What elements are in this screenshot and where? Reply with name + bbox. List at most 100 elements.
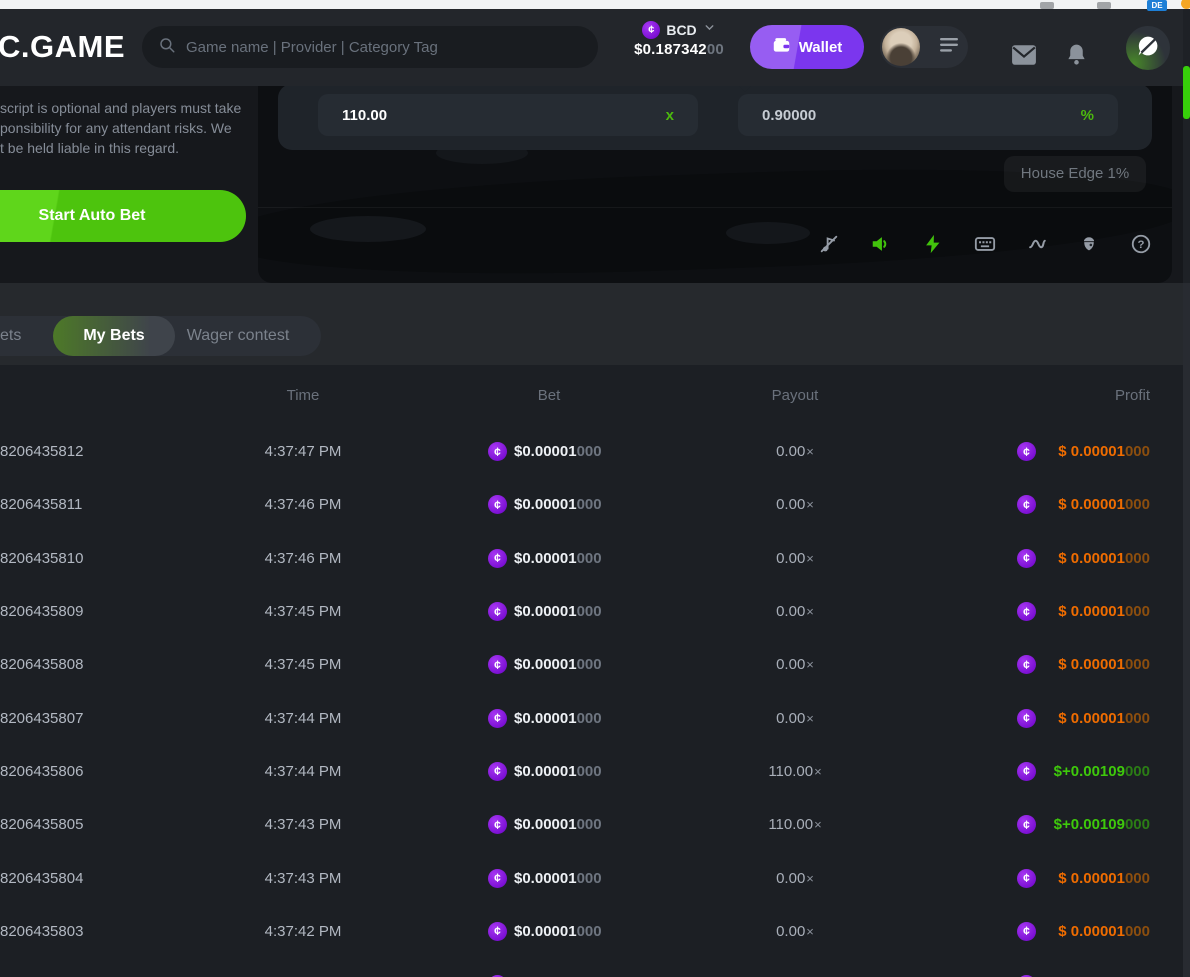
- bcd-coin-icon: [1017, 442, 1036, 461]
- browser-extension-icon[interactable]: [1097, 2, 1111, 9]
- bet-amount-cell: $0.00001000: [470, 532, 640, 585]
- bcd-coin-icon: [488, 442, 507, 461]
- chat-icon: [1136, 34, 1160, 63]
- turbo-lightning-icon[interactable]: [922, 233, 944, 255]
- payout-multiplier-sign: ×: [814, 817, 822, 832]
- table-row[interactable]: 8206435805 4:37:43 PM $0.00001000 110.00…: [0, 798, 1183, 851]
- scrollbar-track: [1183, 283, 1190, 977]
- amount-main: $ 0.00001: [1058, 923, 1125, 940]
- table-row[interactable]: 8206435807 4:37:44 PM $0.00001000 0.00× …: [0, 691, 1183, 744]
- bcd-coin-icon: [1017, 762, 1036, 781]
- table-row[interactable]: 8206435811 4:37:46 PM $0.00001000 0.00× …: [0, 478, 1183, 531]
- payout-value: 110.00: [768, 816, 813, 833]
- game-section: script is optional and players must take…: [0, 86, 1183, 283]
- amount-main: $ 0.00001: [1058, 710, 1125, 727]
- messages-icon[interactable]: [1011, 44, 1037, 71]
- bet-time: 4:37:44 PM: [243, 691, 363, 744]
- bet-time: 4:37:44 PM: [243, 745, 363, 798]
- search-input[interactable]: [186, 39, 582, 56]
- bet-profit: $ 0.00001000: [1000, 425, 1150, 478]
- bet-profit: $ 0.00001000: [1000, 532, 1150, 585]
- table-row[interactable]: 8206435809 4:37:45 PM $0.00001000 0.00× …: [0, 585, 1183, 638]
- amount-dim: 000: [577, 763, 602, 780]
- notifications-bell-icon[interactable]: [1064, 42, 1089, 72]
- amount-main: $ 0.00001: [1058, 870, 1125, 887]
- table-row[interactable]: 8206435812 4:37:47 PM $0.00001000 0.00× …: [0, 425, 1183, 478]
- bet-profit: $ 0.00001000: [1000, 851, 1150, 904]
- avatar[interactable]: [882, 28, 920, 66]
- chat-button[interactable]: [1126, 26, 1170, 70]
- tab-all-bets[interactable]: ets: [0, 327, 21, 345]
- bcd-coin-icon: [488, 815, 507, 834]
- bet-amount-cell: $0.00001000: [470, 851, 640, 904]
- table-body: 8206435812 4:37:47 PM $0.00001000 0.00× …: [0, 425, 1183, 977]
- amount-dim: 000: [1125, 550, 1150, 567]
- bet-amount-cell: $0.00001000: [470, 638, 640, 691]
- amount-main: $+0.00109: [1054, 763, 1125, 780]
- bet-payout: 0.00×: [735, 532, 855, 585]
- bcd-coin-icon: [488, 602, 507, 621]
- browser-toolbar-strip: [0, 0, 1190, 9]
- amount-dim: 000: [1125, 710, 1150, 727]
- tab-wager-contest[interactable]: Wager contest: [187, 327, 314, 345]
- payout-value: 0.00: [776, 656, 805, 673]
- bcd-coin-icon: [488, 655, 507, 674]
- bet-time: 4:37:43 PM: [243, 798, 363, 851]
- user-menu[interactable]: [880, 26, 968, 68]
- bet-payout: 0.00×: [735, 905, 855, 958]
- scene-shape: [726, 222, 810, 244]
- browser-extension-dot-icon[interactable]: [1181, 0, 1190, 9]
- bcd-coin-icon: [1017, 602, 1036, 621]
- wallet-button[interactable]: Wallet: [750, 25, 864, 69]
- win-chance-field[interactable]: %: [738, 94, 1118, 136]
- tab-my-bets[interactable]: My Bets: [53, 316, 174, 356]
- live-stats-icon[interactable]: [1026, 233, 1048, 255]
- payout-multiplier-input[interactable]: [342, 107, 666, 124]
- scrollbar-thumb[interactable]: [1183, 66, 1190, 119]
- page-scrollbar[interactable]: [1183, 9, 1190, 977]
- amount-dim: 000: [577, 870, 602, 887]
- help-icon[interactable]: ?: [1130, 233, 1152, 255]
- sound-on-icon[interactable]: [870, 233, 892, 255]
- start-auto-bet-button[interactable]: Start Auto Bet: [0, 190, 246, 242]
- payout-multiplier-field[interactable]: x: [318, 94, 698, 136]
- bet-amount-cell: $0.00001000: [470, 585, 640, 638]
- payout-value: 110.00: [768, 763, 813, 780]
- bet-profit: $ 0.00001000: [1000, 638, 1150, 691]
- bcd-coin-icon: [488, 709, 507, 728]
- music-off-icon[interactable]: [818, 233, 840, 255]
- payout-value: 0.00: [776, 550, 805, 567]
- table-row[interactable]: 8206435806 4:37:44 PM $0.00001000 110.00…: [0, 745, 1183, 798]
- payout-multiplier-sign: ×: [806, 551, 814, 566]
- wallet-button-label: Wallet: [799, 39, 843, 56]
- currency-code: BCD: [666, 22, 696, 38]
- hotkeys-keyboard-icon[interactable]: [974, 233, 996, 255]
- amount-main: $0.00001: [514, 710, 577, 727]
- amount-dim: 000: [577, 923, 602, 940]
- site-logo[interactable]: C.GAME: [0, 29, 125, 65]
- amount-dim: 000: [1125, 656, 1150, 673]
- translator-extension-badge[interactable]: DE: [1147, 0, 1167, 11]
- column-header-bet: Bet: [489, 387, 609, 404]
- amount-main: $ 0.00001: [1058, 443, 1125, 460]
- profit-amount: $ 0.00001000: [1058, 656, 1150, 673]
- bet-amount: $0.00001000: [514, 816, 602, 833]
- browser-extension-icon[interactable]: [1040, 2, 1054, 9]
- bet-time: 4:37:46 PM: [243, 478, 363, 531]
- seeds-icon[interactable]: [1078, 233, 1100, 255]
- bet-profit: [1000, 958, 1150, 977]
- table-row[interactable]: 8206435808 4:37:45 PM $0.00001000 0.00× …: [0, 638, 1183, 691]
- amount-dim: 000: [577, 443, 602, 460]
- table-row[interactable]: 8206435804 4:37:43 PM $0.00001000 0.00× …: [0, 851, 1183, 904]
- win-chance-input[interactable]: [762, 107, 1081, 124]
- percent-suffix: %: [1081, 107, 1094, 124]
- table-row[interactable]: 8206435810 4:37:46 PM $0.00001000 0.00× …: [0, 532, 1183, 585]
- my-bets-table: Time Bet Payout Profit 8206435812 4:37:4…: [0, 365, 1183, 977]
- bet-amount: $0.00001000: [514, 443, 602, 460]
- game-search-bar[interactable]: [142, 26, 598, 68]
- currency-selector[interactable]: BCD $0.18734200: [612, 21, 746, 58]
- table-row[interactable]: [0, 958, 1183, 977]
- table-row[interactable]: 8206435803 4:37:42 PM $0.00001000 0.00× …: [0, 905, 1183, 958]
- profit-amount: $ 0.00001000: [1058, 710, 1150, 727]
- wallet-icon: [772, 37, 791, 58]
